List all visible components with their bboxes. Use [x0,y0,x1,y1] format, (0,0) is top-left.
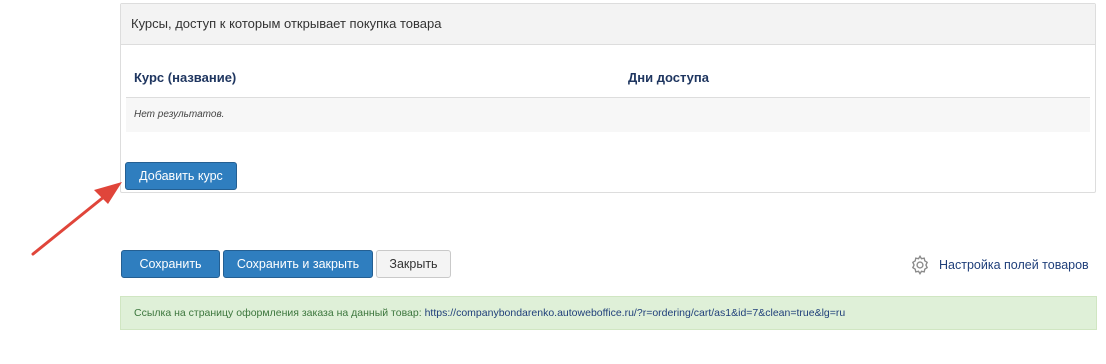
order-link-url[interactable]: https://companybondarenko.autoweboffice.… [425,307,846,319]
courses-panel: Курсы, доступ к которым открывает покупк… [120,3,1096,193]
settings-link-label: Настройка полей товаров [939,258,1089,272]
panel-title: Курсы, доступ к которым открывает покупк… [121,4,1095,45]
order-link-prefix: Ссылка на страницу оформления заказа на … [134,307,422,319]
save-and-close-button[interactable]: Сохранить и закрыть [223,250,373,278]
courses-table: Курс (название) Дни доступа Нет результа… [126,62,1090,132]
product-fields-settings-link[interactable]: Настройка полей товаров [909,254,1089,276]
empty-results-row: Нет результатов. [126,98,1090,132]
red-arrow-annotation [31,182,122,256]
save-button[interactable]: Сохранить [121,250,220,278]
gear-icon [911,254,929,276]
order-link-info: Ссылка на страницу оформления заказа на … [120,296,1097,330]
add-course-button[interactable]: Добавить курс [125,162,237,190]
table-header: Курс (название) Дни доступа [126,62,1090,98]
column-access-days[interactable]: Дни доступа [628,70,709,85]
close-button[interactable]: Закрыть [376,250,451,278]
column-course-name[interactable]: Курс (название) [134,70,236,85]
